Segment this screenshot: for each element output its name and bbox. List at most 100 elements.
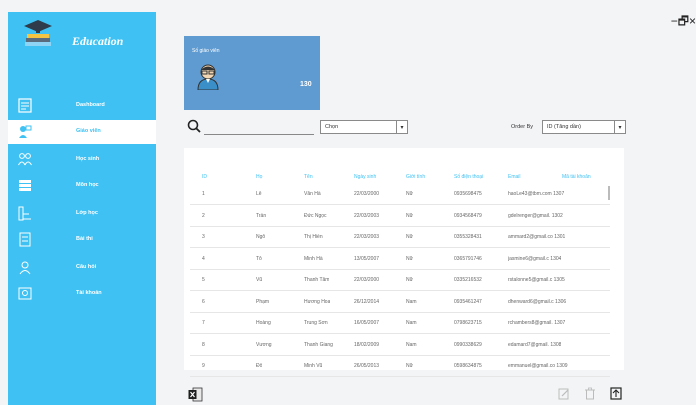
table-cell: 0365791746 — [454, 255, 482, 262]
table-cell: 0934568479 — [454, 212, 482, 219]
table-cell: 6 — [202, 298, 205, 305]
table-cell: Đức Ngọc — [304, 212, 327, 219]
table-row[interactable]: 2 Trần Đức Ngọc 22/03/2003 Nữ 0934568479 gdelr… — [190, 208, 610, 227]
table-cell: Vương — [256, 341, 272, 348]
teacher-count-label: Số giáo viên — [192, 48, 220, 54]
teacher-icon — [19, 125, 32, 138]
table-cell: 0355328431 — [454, 234, 482, 240]
column-header[interactable]: Mã tài khoản — [562, 174, 591, 180]
table-row[interactable]: 8 Vương Thanh Giang 18/02/2009 Nam 0990338629… — [190, 337, 610, 356]
sidebar-item-account[interactable]: Tài khoản — [8, 282, 156, 306]
table-cell: 22/03/2003 — [354, 212, 380, 219]
table-cell: 9 — [202, 363, 205, 369]
table-cell: Tô — [256, 255, 262, 262]
sidebar-item-exam[interactable]: Bài thi — [8, 228, 156, 252]
table-cell: Đỗ — [256, 363, 263, 369]
column-header[interactable]: Ngày sinh — [354, 174, 376, 180]
sidebar-item-dashboard[interactable]: Dashboard — [8, 94, 156, 118]
table-cell: 0798623715 — [454, 320, 482, 326]
table-cell: Nam — [406, 341, 417, 348]
classes-icon — [18, 206, 31, 221]
table-cell: 13/05/2007 — [354, 255, 380, 262]
table-cell: dhenward6@gmail.c 1306 — [508, 298, 567, 305]
chevron-down-icon: ▾ — [614, 121, 625, 133]
edit-icon[interactable] — [558, 387, 570, 400]
excel-export-icon[interactable] — [188, 387, 203, 402]
table-cell: 22/03/2000 — [354, 191, 380, 197]
sidebar-item-teacher[interactable]: Giáo viên — [8, 120, 156, 144]
table-row[interactable]: 1 Lê Văn Hà 22/03/2000 Nữ 0935698475 haoLe43@t… — [190, 186, 610, 205]
table-cell: Trần — [256, 212, 267, 219]
sidebar-item-questions[interactable]: Câu hỏi — [8, 256, 156, 280]
table-cell: Nam — [406, 320, 417, 326]
table-cell: Nữ — [406, 234, 413, 240]
table-row[interactable]: 9 Đỗ Minh Vũ 26/05/2013 Nữ 0598634875 emmanuel… — [190, 358, 610, 377]
table-row[interactable]: 6 Phạm Hương Hoa 26/12/2014 Nam 0935461247 dhe… — [190, 294, 610, 313]
students-icon — [18, 153, 32, 166]
table-cell: 22/03/2003 — [354, 234, 380, 240]
table-cell: Nữ — [406, 212, 413, 219]
window-controls[interactable]: −🗗× — [671, 12, 696, 33]
table-cell: 0935461247 — [454, 298, 482, 305]
table-cell: rstalonne5@gmail.c 1305 — [508, 277, 565, 283]
table-cell: Nam — [406, 298, 417, 305]
table-cell: jasmine6@gmail.c 1304 — [508, 255, 562, 262]
table-cell: haoLe43@tbm.com 1307 — [508, 191, 565, 197]
search-filter-select[interactable]: Chọn ▾ — [320, 120, 408, 134]
delete-icon[interactable] — [584, 387, 596, 400]
questions-icon — [19, 261, 31, 275]
order-by-select[interactable]: ID (Tăng dần) ▾ — [542, 120, 626, 134]
dashboard-icon — [18, 98, 32, 113]
table-cell: Thanh Tâm — [304, 277, 330, 283]
sidebar-item-label: Tài khoản — [76, 290, 102, 296]
table-cell: Nữ — [406, 191, 413, 197]
table-cell: Trung Sơn — [304, 320, 328, 326]
column-header[interactable]: Số điện thoại — [454, 174, 483, 180]
table-cell: 16/05/2007 — [354, 320, 380, 326]
table-cell: ammard2@gmail.co 1301 — [508, 234, 566, 240]
table-cell: 4 — [202, 255, 205, 262]
teacher-count-panel: Số giáo viên 130 — [184, 36, 320, 110]
sidebar-item-classes[interactable]: Lớp học — [8, 202, 156, 226]
column-header[interactable]: Tên — [304, 174, 313, 180]
add-icon[interactable] — [610, 387, 622, 400]
sidebar-item-label: Môn học — [76, 182, 99, 188]
sidebar-item-label: Bài thi — [76, 236, 93, 242]
chevron-down-icon: ▾ — [396, 121, 407, 133]
table-cell: 0598634875 — [454, 363, 482, 369]
sidebar-item-label: Dashboard — [76, 102, 105, 108]
table-cell: 0990338629 — [454, 341, 482, 348]
search-filter-value: Chọn — [325, 124, 339, 130]
table-cell: 18/02/2009 — [354, 341, 380, 348]
sidebar-item-label: Học sinh — [76, 156, 100, 162]
table-cell: 2 — [202, 212, 205, 219]
sidebar-item-students[interactable]: Học sinh — [8, 148, 156, 172]
table-row[interactable]: 3 Ngô Thị Hiền 22/03/2003 Nữ 0355328431 ammard… — [190, 229, 610, 248]
search-input[interactable] — [204, 134, 314, 135]
search-icon[interactable] — [187, 119, 201, 133]
table-cell: Nữ — [406, 255, 413, 262]
table-row[interactable]: 4 Tô Minh Hà 13/05/2007 Nữ 0365791746 jasmine6… — [190, 251, 610, 270]
order-by-label: Order By — [511, 124, 534, 130]
teacher-table: ID Họ Tên Ngày sinh Giới tính Số điện thoại Em… — [184, 148, 624, 377]
exam-icon — [19, 232, 31, 247]
table-cell: 22/03/2000 — [354, 277, 380, 283]
table-cell: 5 — [202, 277, 205, 283]
table-scrollbar[interactable] — [608, 186, 610, 200]
table-cell: Nữ — [406, 277, 413, 283]
table-cell: Vũ — [256, 277, 263, 283]
sidebar-item-subjects[interactable]: Môn học — [8, 174, 156, 198]
column-header[interactable]: Giới tính — [406, 174, 425, 180]
table-cell: 8 — [202, 341, 205, 348]
column-header[interactable]: ID — [202, 174, 207, 180]
table-row[interactable]: 5 Vũ Thanh Tâm 22/03/2000 Nữ 0335216532 rstalo… — [190, 272, 610, 291]
sidebar: Education Dashboard Giáo viên Học sinh Môn … — [8, 12, 156, 405]
column-header[interactable]: Họ — [256, 174, 262, 180]
table-cell: Nữ — [406, 363, 413, 369]
column-header[interactable]: Email — [508, 174, 521, 180]
table-cell: 0335216532 — [454, 277, 482, 283]
table-cell: edamard7@gmail. 1308 — [508, 341, 562, 348]
table-cell: Lê — [256, 191, 262, 197]
account-icon — [18, 287, 32, 300]
table-row[interactable]: 7 Hoàng Trung Sơn 16/05/2007 Nam 0798623715 rc… — [190, 315, 610, 334]
